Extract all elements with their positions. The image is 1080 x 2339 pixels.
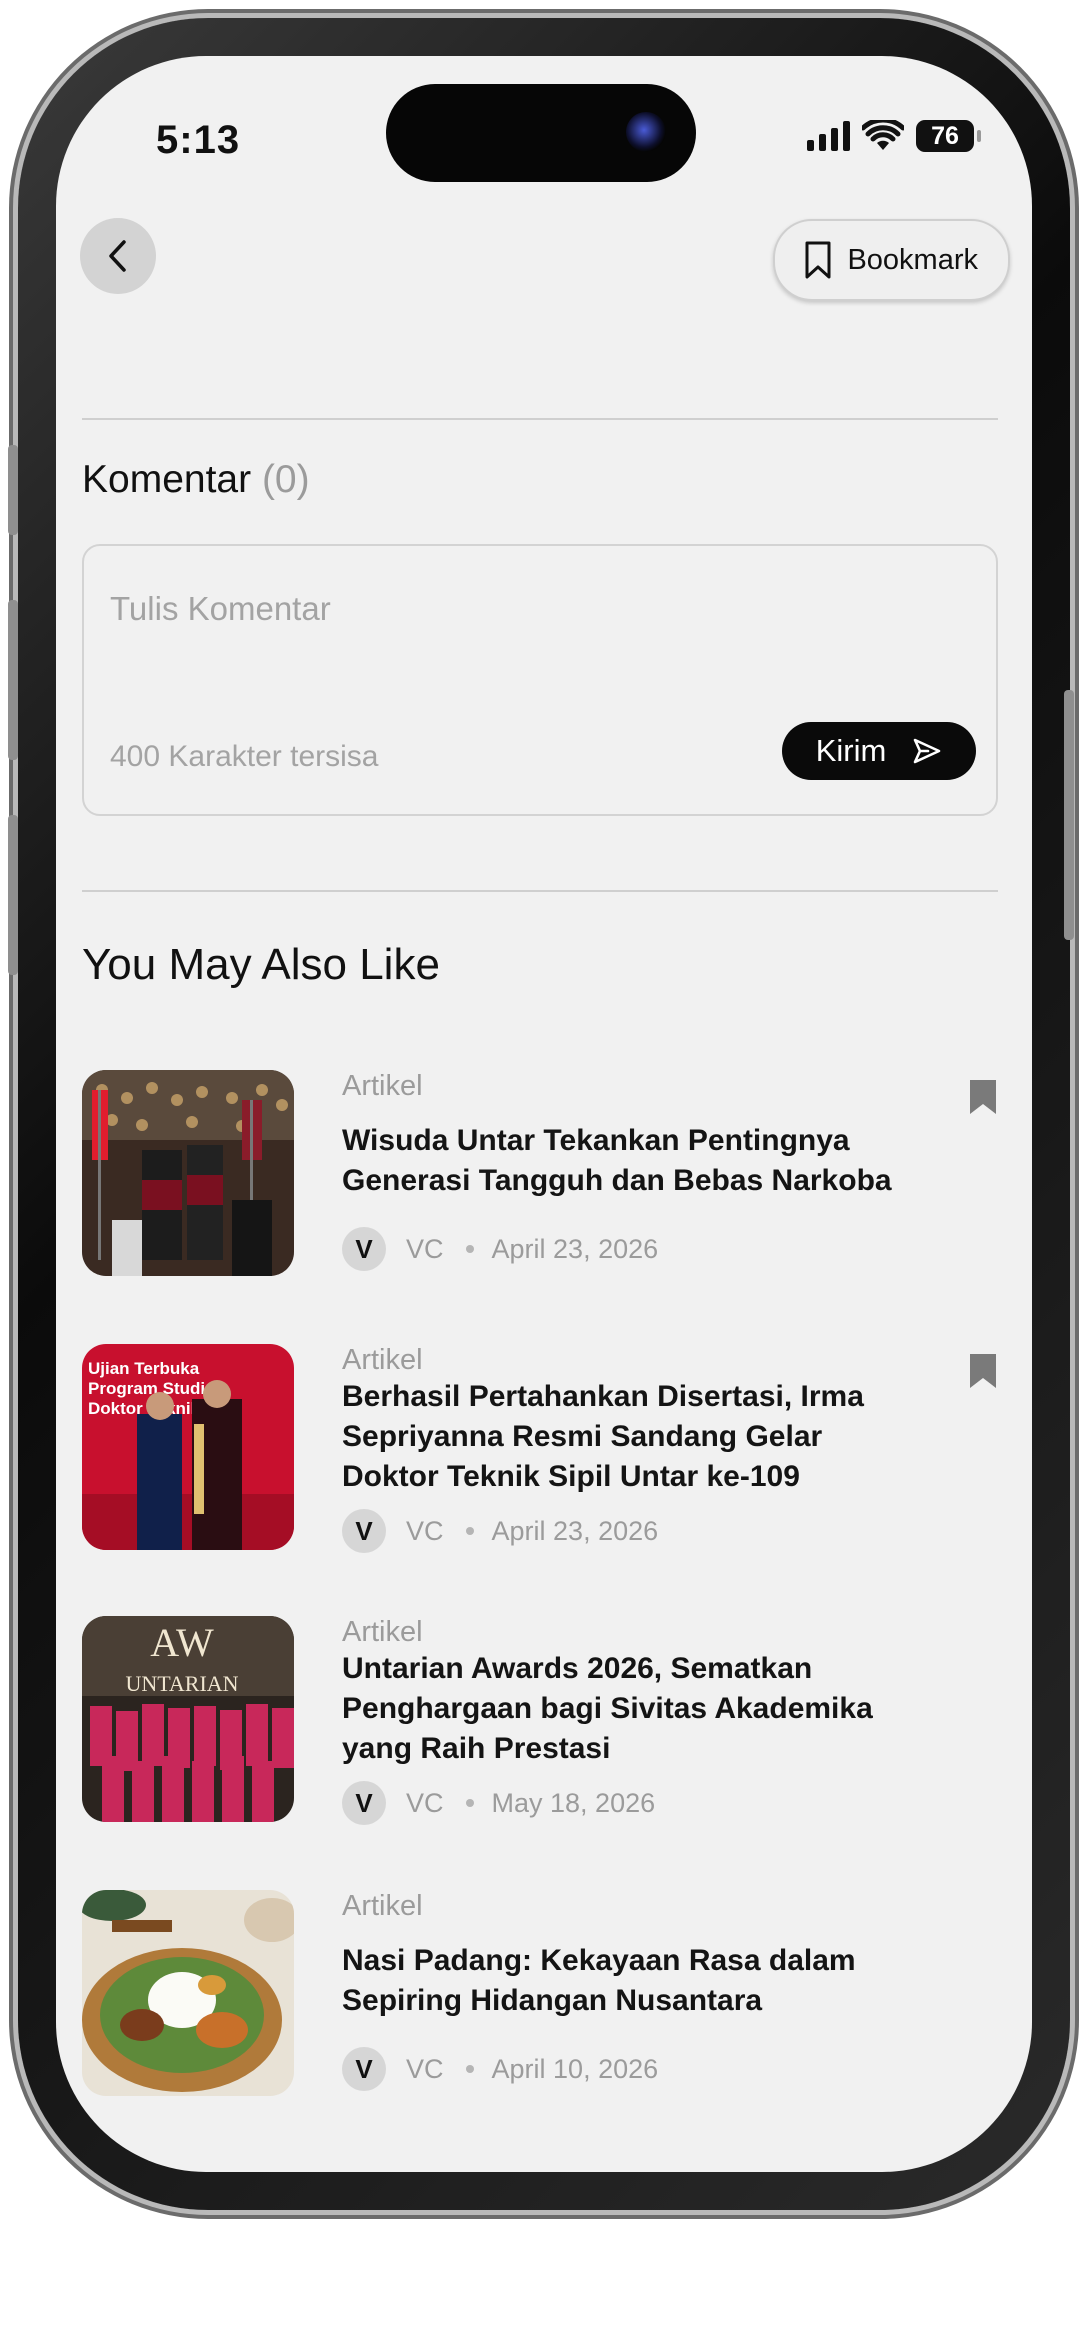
author-name: VC (406, 1515, 444, 1546)
volume-down-button (8, 815, 18, 975)
article-thumbnail: AW UNTARIAN (82, 1616, 294, 1822)
article-date: May 18, 2026 (491, 1787, 656, 1818)
bookmark-filled-icon[interactable] (968, 1078, 998, 1116)
article-date: April 23, 2026 (491, 1233, 659, 1264)
power-button (1064, 690, 1074, 940)
article-meta: V VC April 10, 2026 (342, 2047, 922, 2091)
thumbnail-caption: AW (150, 1620, 214, 1665)
chevron-left-icon (109, 240, 126, 272)
article-thumbnail (82, 1890, 294, 2096)
divider (82, 890, 998, 892)
svg-text:Program Studi: Program Studi (88, 1379, 205, 1398)
char-counter: 400 Karakter tersisa (110, 740, 379, 773)
article-meta: V VC May 18, 2026 (342, 1781, 922, 1825)
article-category: Artikel (342, 1890, 423, 1922)
bookmark-filled-icon[interactable] (968, 1352, 998, 1390)
separator-dot (465, 1245, 474, 1253)
status-time: 5:13 (156, 118, 241, 162)
author-avatar: V (342, 2047, 386, 2091)
dynamic-island (386, 84, 696, 182)
comments-title: Komentar (82, 458, 252, 501)
article-card[interactable]: AW UNTARIAN Artikel Untarian Awards 2026… (82, 1616, 998, 1826)
comments-count: (0) (261, 458, 310, 501)
article-card[interactable]: Artikel Wisuda Untar Tekankan Pentingnya… (82, 1070, 998, 1280)
article-category: Artikel (342, 1616, 423, 1648)
author-avatar: V (342, 1509, 386, 1553)
article-title: Untarian Awards 2026, Sematkan Pengharga… (342, 1652, 873, 1765)
separator-dot (465, 1527, 474, 1535)
article-title: Berhasil Pertahankan Disertasi, Irma Sep… (342, 1380, 864, 1493)
status-icons: 76 (807, 120, 981, 152)
author-name: VC (406, 1233, 444, 1264)
author-name: VC (406, 1787, 444, 1818)
author-name: VC (406, 2053, 444, 2084)
screen: 5:13 76 Bookmark Komentar (0) 400 Karakt… (56, 56, 1032, 2172)
bookmark-icon (805, 241, 831, 279)
article-meta: V VC April 23, 2026 (342, 1509, 922, 1553)
article-title: Nasi Padang: Kekayaan Rasa dalam Sepirin… (342, 1944, 856, 2017)
bookmark-label: Bookmark (847, 243, 978, 276)
article-date: April 23, 2026 (491, 1515, 659, 1546)
comment-box: 400 Karakter tersisa Kirim (82, 544, 998, 816)
article-category: Artikel (342, 1344, 423, 1376)
battery-icon: 76 (916, 120, 981, 152)
comment-input[interactable] (110, 590, 970, 628)
article-category: Artikel (342, 1070, 423, 1102)
author-avatar: V (342, 1781, 386, 1825)
thumbnail-caption: Ujian Terbuka (88, 1359, 200, 1378)
send-label: Kirim (815, 733, 887, 768)
separator-dot (465, 1799, 474, 1807)
signal-icon (807, 121, 850, 151)
send-button[interactable]: Kirim (782, 722, 976, 780)
comments-heading: Komentar (0) (82, 458, 310, 502)
divider (82, 418, 998, 420)
bookmark-button[interactable]: Bookmark (773, 219, 1010, 301)
back-button[interactable] (80, 218, 156, 294)
camera-icon (626, 112, 666, 152)
article-card[interactable]: Artikel Nasi Padang: Kekayaan Rasa dalam… (82, 1890, 998, 2100)
article-card[interactable]: Ujian Terbuka Program Studi Doktor Tekni… (82, 1344, 998, 1554)
author-avatar: V (342, 1227, 386, 1271)
wifi-icon (862, 120, 904, 150)
article-title: Wisuda Untar Tekankan Pentingnya Generas… (342, 1124, 892, 1197)
svg-text:UNTARIAN: UNTARIAN (125, 1671, 238, 1696)
send-icon (913, 738, 941, 764)
volume-up-button (8, 600, 18, 760)
article-meta: V VC April 23, 2026 (342, 1227, 922, 1271)
section-title: You May Also Like (82, 940, 440, 989)
article-thumbnail (82, 1070, 294, 1276)
article-thumbnail: Ujian Terbuka Program Studi Doktor Tekni… (82, 1344, 294, 1550)
action-button (8, 445, 18, 535)
separator-dot (465, 2065, 474, 2073)
article-date: April 10, 2026 (491, 2053, 659, 2084)
